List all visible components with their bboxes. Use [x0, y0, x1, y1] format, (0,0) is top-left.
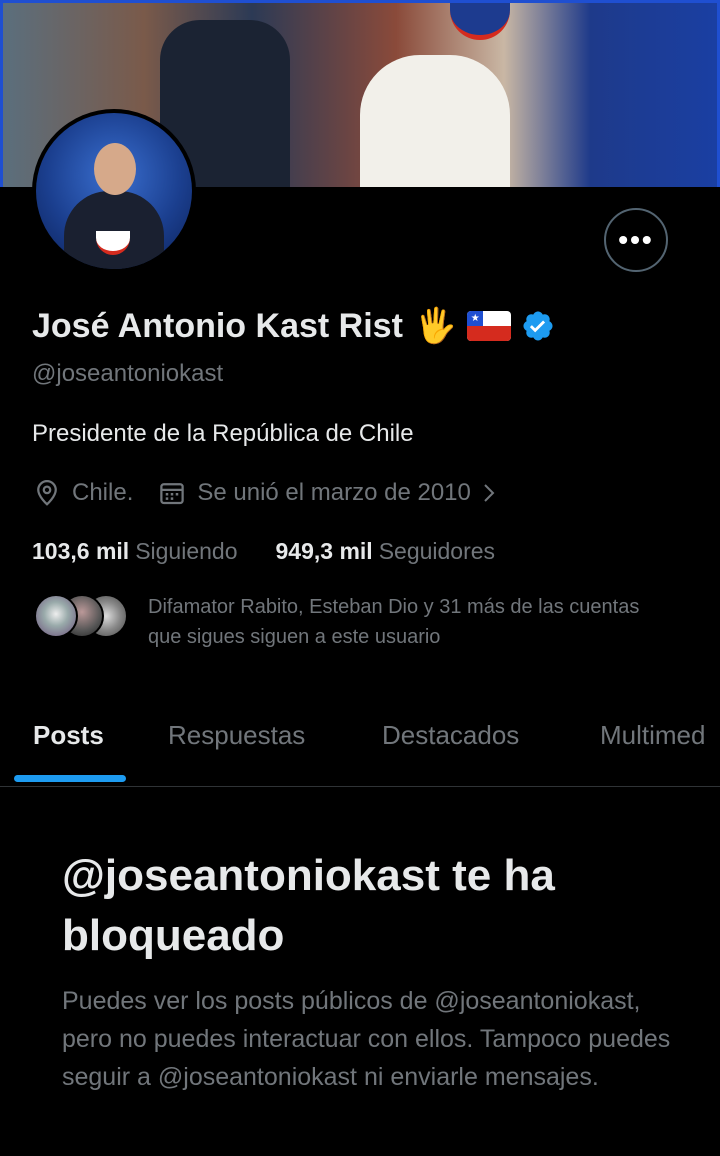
follow-stats: 103,6 mil Siguiendo 949,3 mil Seguidores [32, 538, 533, 565]
followers-label: Seguidores [378, 538, 496, 564]
joined-text: Se unió el marzo de 2010 [197, 479, 471, 506]
followers-you-know[interactable]: Difamator Rabito, Esteban Dio y 31 más d… [32, 592, 668, 652]
tab-destacados[interactable]: Destacados [382, 720, 519, 751]
profile-location: Chile. [32, 478, 133, 508]
verified-badge-icon[interactable] [521, 309, 555, 343]
followers-link[interactable]: 949,3 mil Seguidores [276, 538, 496, 565]
active-tab-indicator [14, 775, 126, 782]
profile-name: José Antonio Kast Rist [32, 306, 403, 345]
blocked-title: @joseantoniokast te ha bloqueado [62, 851, 555, 960]
more-options-icon: ••• [618, 224, 654, 255]
following-count: 103,6 mil [32, 538, 130, 564]
tab-multimedia[interactable]: Multimed [600, 720, 705, 751]
blocked-description: Puedes ver los posts públicos de @josean… [62, 987, 671, 1091]
tab-respuestas[interactable]: Respuestas [168, 720, 305, 751]
following-link[interactable]: 103,6 mil Siguiendo [32, 538, 238, 565]
avatar-image [36, 113, 192, 269]
following-label: Siguiendo [135, 538, 238, 564]
mutual-avatar-1 [34, 594, 78, 638]
mutual-avatars [32, 592, 128, 638]
chile-flag-icon: ★ [467, 311, 512, 341]
profile-joined[interactable]: Se unió el marzo de 2010 [157, 478, 501, 508]
followers-count: 949,3 mil [275, 538, 373, 564]
profile-tabs: Posts Respuestas Destacados Multimed [0, 700, 720, 787]
tab-posts[interactable]: Posts [33, 720, 104, 751]
chevron-right-icon [484, 484, 495, 502]
location-text: Chile. [72, 479, 134, 506]
raised-hand-emoji: 🖐 [414, 307, 458, 345]
more-options-button[interactable]: ••• [604, 208, 668, 272]
profile-meta: Chile. Se unió el marzo de 2010 [32, 478, 525, 508]
profile-name-row: José Antonio Kast Rist 🖐 ★ [32, 306, 555, 346]
profile-avatar[interactable] [32, 109, 196, 273]
mutual-followers-text: Difamator Rabito, Esteban Dio y 31 más d… [148, 596, 640, 648]
avatar-head [94, 143, 136, 195]
profile-handle: @joseantoniokast [32, 360, 224, 387]
calendar-icon [160, 483, 185, 505]
avatar-suit [64, 191, 164, 269]
profile-bio: Presidente de la República de Chile [32, 420, 414, 447]
location-pin-icon [37, 480, 57, 506]
